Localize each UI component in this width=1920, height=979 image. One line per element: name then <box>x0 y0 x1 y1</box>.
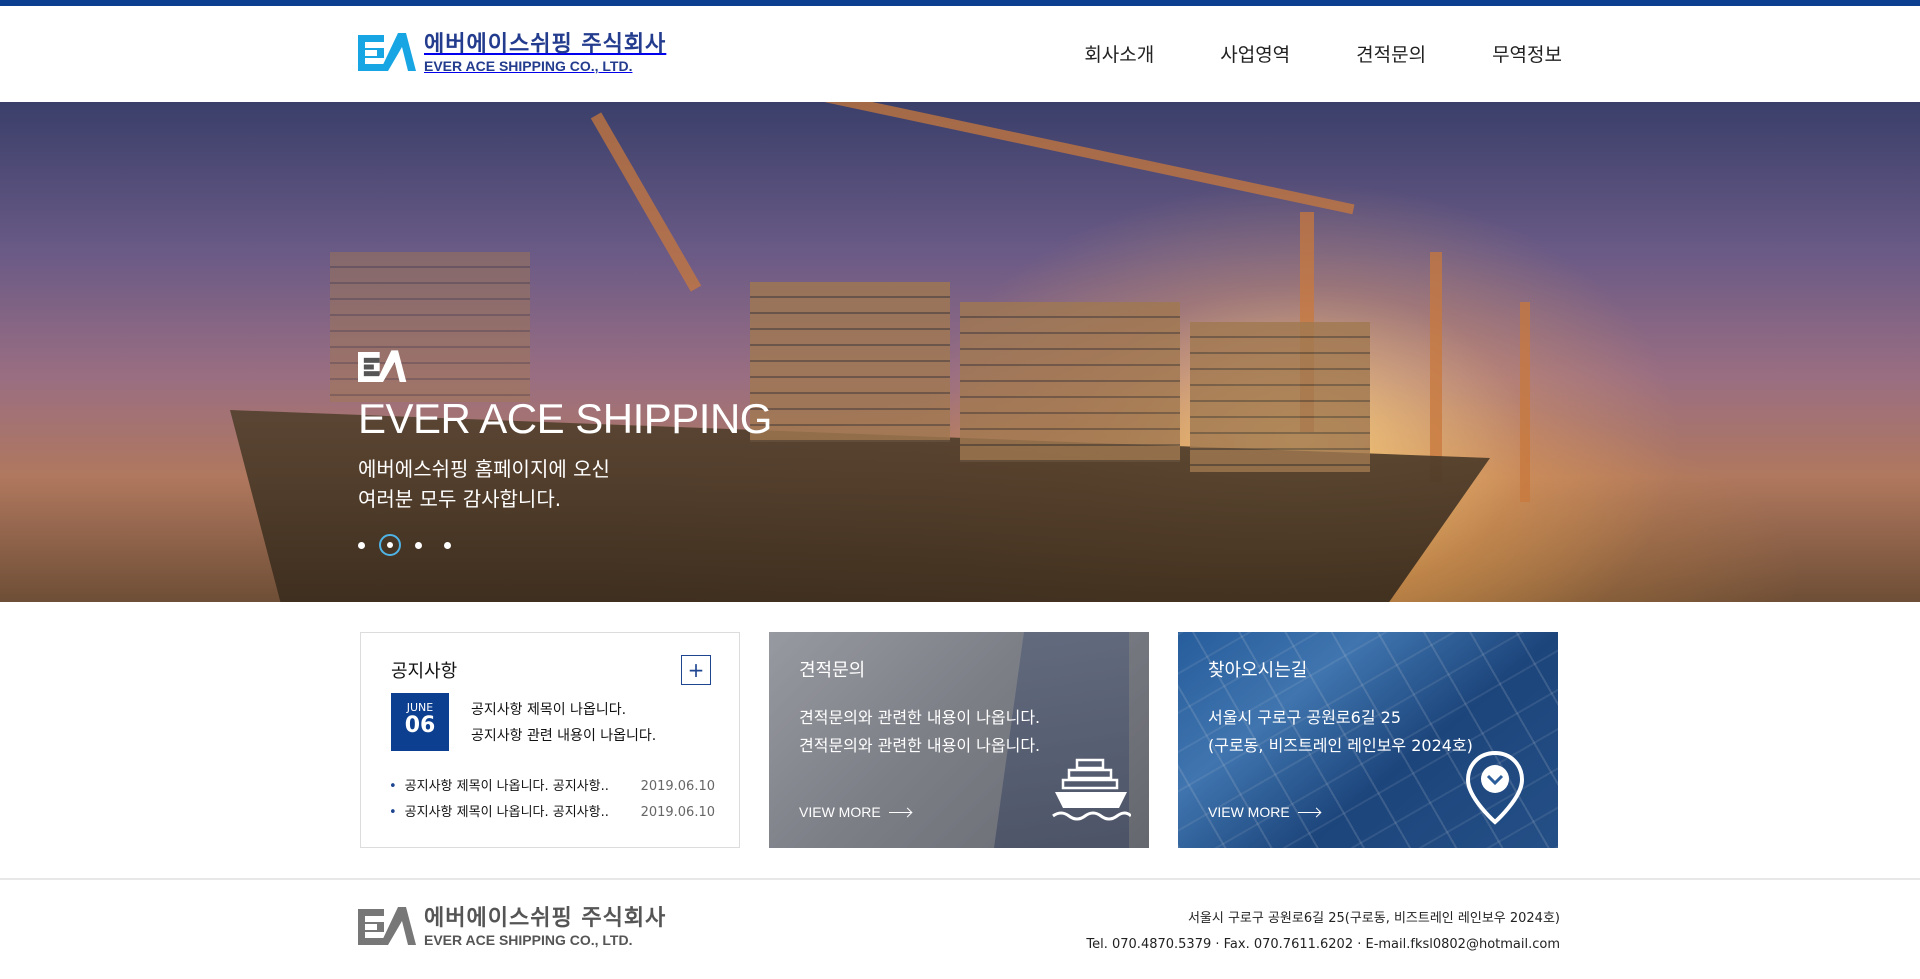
hero-subtitle-line: 여러분 모두 감사합니다. <box>358 487 562 511</box>
footer-logo-english-name: EVER ACE SHIPPING CO., LTD. <box>424 932 633 948</box>
site-header: 에버에이스쉬핑 주식회사 EVER ACE SHIPPING CO., LTD.… <box>0 6 1920 102</box>
slider-dot[interactable] <box>358 541 365 549</box>
ea-logo-icon <box>358 350 407 382</box>
arrow-right-icon <box>888 811 911 813</box>
arrow-right-icon <box>1297 811 1320 813</box>
crane-shape <box>590 112 702 292</box>
notice-card: 공지사항 + JUNE 06 공지사항 제목이 나옵니다. 공지사항 관련 내용… <box>360 632 740 848</box>
main-nav: 회사소개 사업영역 견적문의 무역정보 <box>1018 42 1562 68</box>
view-more-label: VIEW MORE <box>799 804 881 820</box>
logo-korean-name: 에버에이스쉬핑 주식회사 <box>424 32 667 57</box>
quote-card-line: 견적문의와 관련한 내용이 나옵니다. <box>799 708 1041 727</box>
map-pin-icon <box>1465 750 1525 825</box>
slider-dot[interactable] <box>444 541 451 549</box>
footer-address: 서울시 구로구 공원로6길 25(구로동, 비즈트레인 레인보우 2024호) <box>1187 911 1560 926</box>
list-item[interactable]: 공지사항 제목이 나옵니다. 공지사항.. 2019.06.10 <box>389 800 715 826</box>
notice-title: 공지사항 <box>391 661 458 682</box>
notice-list: 공지사항 제목이 나옵니다. 공지사항.. 2019.06.10 공지사항 제목… <box>389 774 715 826</box>
slider-pagination <box>358 534 473 556</box>
notice-item-date: 2019.06.10 <box>640 805 715 820</box>
hero-subtitle-line: 에버에스쉬핑 홈페이지에 오신 <box>358 457 610 481</box>
site-logo[interactable]: 에버에이스쉬핑 주식회사 EVER ACE SHIPPING CO., LTD. <box>358 32 666 74</box>
slider-dot-active[interactable] <box>379 534 401 556</box>
notice-item-date: 2019.06.10 <box>640 779 715 794</box>
footer-logo-korean-name: 에버에이스쉬핑 주식회사 <box>424 906 667 931</box>
notice-item-title[interactable]: 공지사항 제목이 나옵니다. 공지사항.. <box>389 800 609 826</box>
notice-more-button[interactable]: + <box>681 655 711 685</box>
nav-item-trade-info[interactable]: 무역정보 <box>1492 42 1562 68</box>
container-stack <box>1190 322 1370 472</box>
crane-shape <box>1430 252 1442 482</box>
view-more-label: VIEW MORE <box>1208 804 1290 820</box>
nav-item-business[interactable]: 사업영역 <box>1220 42 1290 68</box>
container-stack <box>960 302 1180 462</box>
footer-logo: 에버에이스쉬핑 주식회사 EVER ACE SHIPPING CO., LTD. <box>358 906 666 948</box>
featured-notice-desc: 공지사항 관련 내용이 나옵니다. <box>471 728 657 744</box>
location-view-more-link[interactable]: VIEW MORE <box>1208 804 1320 820</box>
quote-view-more-link[interactable]: VIEW MORE <box>799 804 911 820</box>
nav-item-quote[interactable]: 견적문의 <box>1356 42 1426 68</box>
hero-content: EVER ACE SHIPPING 에버에스쉬핑 홈페이지에 오신 여러분 모두… <box>358 350 772 514</box>
container-stack <box>750 282 950 442</box>
location-address-line: (구로동, 비즈트레인 레인보우 2024호) <box>1208 736 1473 755</box>
crane-shape <box>1520 302 1530 502</box>
ship-icon <box>1052 758 1131 821</box>
hero-title: EVER ACE SHIPPING <box>358 395 772 442</box>
footer-divider <box>0 878 1920 880</box>
hero-banner: EVER ACE SHIPPING 에버에스쉬핑 홈페이지에 오신 여러분 모두… <box>0 102 1920 602</box>
quote-card[interactable]: 견적문의 견적문의와 관련한 내용이 나옵니다. 견적문의와 관련한 내용이 나… <box>769 632 1149 848</box>
ea-logo-icon <box>358 33 416 71</box>
footer-contact: Tel. 070.4870.5379 · Fax. 070.7611.6202 … <box>1086 937 1560 952</box>
location-card-text: 서울시 구로구 공원로6길 25 (구로동, 비즈트레인 레인보우 2024호) <box>1208 704 1473 760</box>
notice-date-day: 06 <box>404 713 436 738</box>
feature-cards: 공지사항 + JUNE 06 공지사항 제목이 나옵니다. 공지사항 관련 내용… <box>360 632 1587 848</box>
list-item[interactable]: 공지사항 제목이 나옵니다. 공지사항.. 2019.06.10 <box>389 774 715 800</box>
ea-logo-icon <box>358 907 416 945</box>
logo-english-name: EVER ACE SHIPPING CO., LTD. <box>424 58 633 74</box>
footer-contact-info: 서울시 구로구 공원로6길 25(구로동, 비즈트레인 레인보우 2024호) … <box>1086 906 1560 958</box>
location-card-title: 찾아오시는길 <box>1208 660 1308 681</box>
featured-notice-title[interactable]: 공지사항 제목이 나옵니다. <box>471 699 626 719</box>
location-address-line: 서울시 구로구 공원로6길 25 <box>1208 708 1401 727</box>
location-card[interactable]: 찾아오시는길 서울시 구로구 공원로6길 25 (구로동, 비즈트레인 레인보우… <box>1178 632 1558 848</box>
nav-item-company[interactable]: 회사소개 <box>1084 42 1154 68</box>
notice-date-badge: JUNE 06 <box>391 693 449 751</box>
notice-item-title[interactable]: 공지사항 제목이 나옵니다. 공지사항.. <box>389 774 609 800</box>
hero-subtitle: 에버에스쉬핑 홈페이지에 오신 여러분 모두 감사합니다. <box>358 454 772 514</box>
quote-card-text: 견적문의와 관련한 내용이 나옵니다. 견적문의와 관련한 내용이 나옵니다. <box>799 704 1040 760</box>
quote-card-line: 견적문의와 관련한 내용이 나옵니다. <box>799 736 1041 755</box>
quote-card-title: 견적문의 <box>799 660 866 681</box>
slider-dot[interactable] <box>415 541 422 549</box>
crane-shape <box>765 102 1355 215</box>
